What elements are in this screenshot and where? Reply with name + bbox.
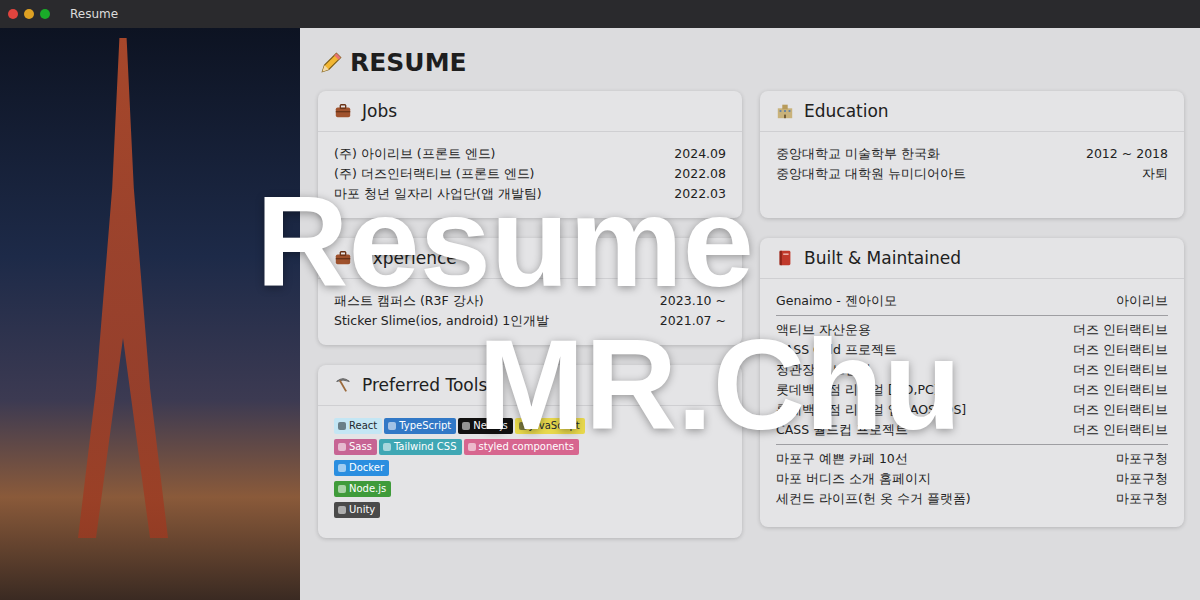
project-row: CASS Cold 프로젝트더즈 인터랙티브: [776, 340, 1168, 360]
card-header: Built & Maintained: [760, 238, 1184, 279]
school-icon: [776, 102, 794, 120]
project-group: Genaimo - 젠아이모아이리브: [776, 291, 1168, 315]
book-icon: [776, 249, 794, 267]
job-row: (주) 아이리브 (프론트 엔드)2024.09: [334, 144, 726, 164]
tag-row: Docker: [334, 460, 726, 476]
tag-row: SassTailwind CSSstyled components: [334, 439, 726, 455]
tool-tag: TypeScript: [384, 418, 456, 434]
tool-logo-icon: [338, 464, 346, 472]
pencil-icon: [318, 50, 344, 76]
close-button[interactable]: [8, 9, 18, 19]
jobs-card: Jobs (주) 아이리브 (프론트 엔드)2024.09(주) 더즈인터랙티브 …: [318, 91, 742, 218]
tower-photo: [0, 28, 300, 600]
project-row: 롯데백화점 리뉴얼 [MO,PC]더즈 인터랙티브: [776, 380, 1168, 400]
briefcase-icon: [334, 249, 352, 267]
tool-logo-icon: [338, 506, 346, 514]
card-header: Education: [760, 91, 1184, 132]
tool-logo-icon: [383, 443, 391, 451]
tool-tag: Node.js: [334, 481, 391, 497]
page-heading: RESUME: [318, 48, 1184, 77]
experience-row: Sticker Slime(ios, android) 1인개발2021.07 …: [334, 311, 726, 331]
education-row: 중앙대학교 미술학부 한국화2012 ~ 2018: [776, 144, 1168, 164]
education-row: 중앙대학교 대학원 뉴미디어아트자퇴: [776, 164, 1168, 184]
tool-tag: JavaScript: [515, 418, 585, 434]
tool-logo-icon: [519, 422, 527, 430]
tool-tag: Unity: [334, 502, 380, 518]
project-row: 마포 버디즈 소개 홈페이지마포구청: [776, 469, 1168, 489]
tool-logo-icon: [338, 485, 346, 493]
resume-panel: RESUME Jobs (주) 아이리브 (프론트 엔드)2024.09(주) 더즈…: [300, 28, 1200, 600]
window-title: Resume: [70, 7, 118, 21]
project-row: 롯데백화점 리뉴얼 앱 [AOS,IOS]더즈 인터랙티브: [776, 400, 1168, 420]
project-row: CASS 월드컵 프로젝트더즈 인터랙티브: [776, 420, 1168, 440]
tool-tag: Next.js: [458, 418, 512, 434]
card-header: Experience: [318, 238, 742, 279]
card-header: Preferred Tools: [318, 365, 742, 406]
project-group: 액티브 자산운용더즈 인터랙티브CASS Cold 프로젝트더즈 인터랙티브정관…: [776, 315, 1168, 444]
project-row: 세컨드 라이프(헌 옷 수거 플랫폼)마포구청: [776, 489, 1168, 509]
tag-row: Unity: [334, 502, 726, 518]
education-card: Education 중앙대학교 미술학부 한국화2012 ~ 2018중앙대학교 …: [760, 91, 1184, 218]
tower-shape: [78, 38, 168, 538]
tool-tag: styled components: [464, 439, 579, 455]
tool-tag: React: [334, 418, 382, 434]
tool-tag: Docker: [334, 460, 389, 476]
tool-logo-icon: [468, 443, 476, 451]
tool-logo-icon: [462, 422, 470, 430]
experience-card: Experience 패스트 캠퍼스 (R3F 강사)2023.10 ~Stick…: [318, 238, 742, 345]
title-bar: Resume: [0, 0, 1200, 28]
project-row: 액티브 자산운용더즈 인터랙티브: [776, 320, 1168, 340]
overlay-line: MR.Chu: [478, 313, 961, 456]
tool-logo-icon: [338, 443, 346, 451]
pick-icon: [334, 376, 352, 394]
built-card: Built & Maintained Genaimo - 젠아이모아이리브액티브 …: [760, 238, 1184, 527]
project-row: 정관장 리브랜딩더즈 인터랙티브: [776, 360, 1168, 380]
tool-tag: Sass: [334, 439, 377, 455]
overlay-line: Resume: [256, 170, 961, 313]
experience-row: 패스트 캠퍼스 (R3F 강사)2023.10 ~: [334, 291, 726, 311]
tools-card: Preferred Tools ReactTypeScriptNext.jsJav…: [318, 365, 742, 538]
resume-window: Resume RESUME Jobs (주) 아이리브 (프론트 엔드)2024.09…: [0, 0, 1200, 600]
tool-logo-icon: [388, 422, 396, 430]
title-overlay: ResumeMR.Chu: [256, 170, 961, 456]
job-row: 마포 청년 일자리 사업단(앱 개발팀)2022.03: [334, 184, 726, 204]
card-header: Jobs: [318, 91, 742, 132]
tag-row: Node.js: [334, 481, 726, 497]
tool-logo-icon: [338, 422, 346, 430]
minimize-button[interactable]: [24, 9, 34, 19]
job-row: (주) 더즈인터랙티브 (프론트 엔드)2022.08: [334, 164, 726, 184]
zoom-button[interactable]: [40, 9, 50, 19]
project-group: 마포구 예쁜 카페 10선마포구청마포 버디즈 소개 홈페이지마포구청세컨드 라…: [776, 444, 1168, 513]
project-row: Genaimo - 젠아이모아이리브: [776, 291, 1168, 311]
tag-row: ReactTypeScriptNext.jsJavaScript: [334, 418, 726, 434]
briefcase-icon: [334, 102, 352, 120]
tool-tag: Tailwind CSS: [379, 439, 462, 455]
project-row: 마포구 예쁜 카페 10선마포구청: [776, 449, 1168, 469]
